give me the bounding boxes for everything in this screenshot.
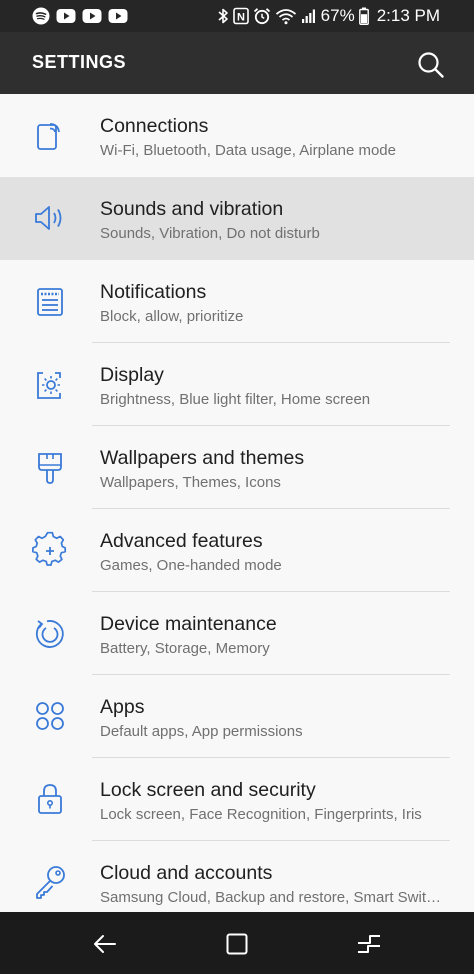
item-subtitle: Lock screen, Face Recognition, Fingerpri… <box>100 806 422 823</box>
item-title: Sounds and vibration <box>100 198 284 220</box>
display-icon <box>37 372 61 399</box>
recents-icon <box>358 935 380 953</box>
item-subtitle: Battery, Storage, Memory <box>100 640 270 657</box>
search-icon <box>418 52 444 78</box>
page-title: SETTINGS <box>32 52 127 72</box>
clock: 2:13 PM <box>376 6 440 25</box>
settings-item-notifications[interactable]: Notifications Block, allow, prioritize <box>0 260 474 343</box>
key-icon <box>36 866 65 899</box>
item-subtitle: Sounds, Vibration, Do not disturb <box>100 225 320 242</box>
settings-item-advanced[interactable]: Advanced features Games, One-handed mode <box>0 509 474 592</box>
nfc-icon: N <box>232 7 249 25</box>
youtube-icon <box>82 9 102 23</box>
item-title: Wallpapers and themes <box>100 447 305 469</box>
maintenance-icon <box>35 620 64 648</box>
speaker-icon <box>35 206 62 230</box>
item-subtitle: Games, One-handed mode <box>100 557 282 574</box>
settings-screen: N 67% 2:13 PM SETTINGS Connections Wi-Fi… <box>0 0 474 974</box>
settings-item-maintenance[interactable]: Device maintenance Battery, Storage, Mem… <box>0 592 474 675</box>
item-subtitle: Default apps, App permissions <box>100 723 303 740</box>
back-button[interactable] <box>88 927 122 961</box>
apps-icon <box>36 702 64 730</box>
home-button[interactable] <box>220 927 254 961</box>
bluetooth-icon <box>218 8 228 24</box>
item-subtitle: Wi-Fi, Bluetooth, Data usage, Airplane m… <box>100 142 396 159</box>
item-subtitle: Wallpapers, Themes, Icons <box>100 474 281 491</box>
item-title: Lock screen and security <box>100 779 316 801</box>
connections-icon <box>37 123 60 150</box>
settings-item-apps[interactable]: Apps Default apps, App permissions <box>0 675 474 758</box>
youtube-icon <box>56 9 76 23</box>
recents-button[interactable] <box>352 927 386 961</box>
settings-list: Connections Wi-Fi, Bluetooth, Data usage… <box>0 94 474 924</box>
settings-item-display[interactable]: Display Brightness, Blue light filter, H… <box>0 343 474 426</box>
item-title: Connections <box>100 115 209 137</box>
battery-percent: 67% <box>320 6 355 25</box>
home-icon <box>226 933 248 955</box>
wifi-icon <box>275 9 296 25</box>
settings-item-sounds[interactable]: Sounds and vibration Sounds, Vibration, … <box>0 177 474 260</box>
item-title: Advanced features <box>100 530 263 552</box>
item-title: Device maintenance <box>100 613 277 635</box>
back-icon <box>94 935 116 953</box>
notifications-icon <box>37 288 63 316</box>
system-status: N 67% 2:13 PM <box>217 6 440 26</box>
navigation-bar <box>0 912 474 974</box>
alarm-icon <box>253 8 270 25</box>
signal-icon <box>301 9 315 23</box>
lock-icon <box>38 784 62 814</box>
gear-plus-icon <box>32 531 67 566</box>
item-title: Display <box>100 364 164 386</box>
search-button[interactable] <box>414 48 448 82</box>
app-header: SETTINGS <box>0 32 474 94</box>
item-subtitle: Brightness, Blue light filter, Home scre… <box>100 391 371 408</box>
brush-icon <box>38 453 62 484</box>
notification-icons <box>32 7 128 25</box>
item-title: Apps <box>100 696 145 718</box>
item-subtitle: Samsung Cloud, Backup and restore, Smart… <box>100 889 441 906</box>
item-title: Cloud and accounts <box>100 862 273 884</box>
item-subtitle: Block, allow, prioritize <box>100 308 244 325</box>
battery-icon <box>358 7 369 25</box>
item-title: Notifications <box>100 281 207 303</box>
spotify-icon <box>32 7 50 25</box>
status-bar: N 67% 2:13 PM <box>0 0 474 32</box>
svg-text:N: N <box>237 12 245 24</box>
youtube-icon <box>108 9 128 23</box>
settings-item-lock-screen[interactable]: Lock screen and security Lock screen, Fa… <box>0 758 474 841</box>
settings-item-wallpapers[interactable]: Wallpapers and themes Wallpapers, Themes… <box>0 426 474 509</box>
settings-item-connections[interactable]: Connections Wi-Fi, Bluetooth, Data usage… <box>0 94 474 177</box>
